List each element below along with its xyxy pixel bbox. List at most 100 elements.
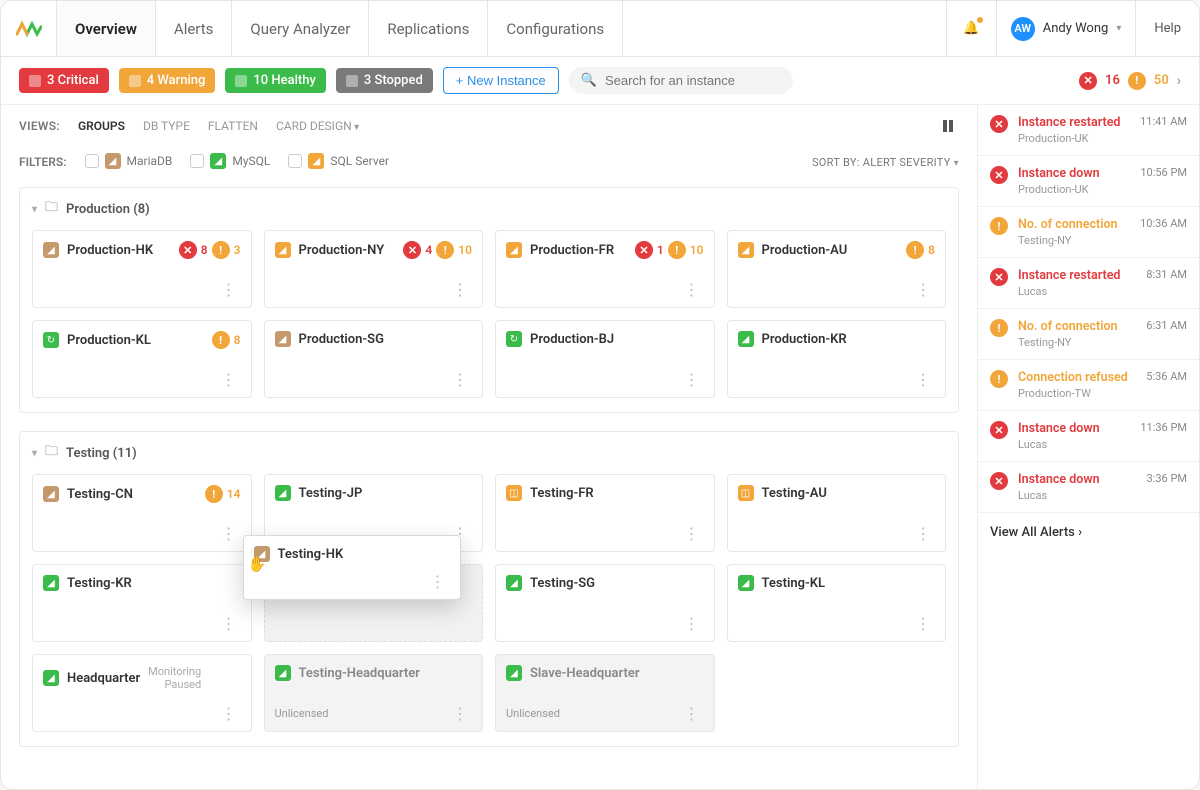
filters-row: FILTERS: ◢MariaDB◢MySQL◢SQL Server SORT … [1,147,977,187]
alert-item[interactable]: ✕Instance downLucas3:36 PM [978,462,1199,513]
sort-dropdown[interactable]: SORT BY: ALERT SEVERITY ▾ [812,156,959,169]
filter-mysql[interactable]: ◢MySQL [190,153,270,169]
alert-item[interactable]: ✕Instance restartedLucas8:31 AM [978,258,1199,309]
checkbox[interactable] [190,154,204,168]
mysql-icon: ◢ [506,575,522,591]
stopped-pill[interactable]: 3 Stopped [336,68,433,93]
instance-card[interactable]: ◢Testing-SG⋮ [495,564,715,642]
alert-item[interactable]: ✕Instance downLucas11:36 PM [978,411,1199,462]
views-label: VIEWS: [19,119,60,133]
group-header[interactable]: ▾🗀Production (8) [20,188,958,230]
instance-card[interactable]: ◢Production-FR✕1!10⋮ [495,230,715,308]
more-menu-icon[interactable]: ⋮ [446,278,474,301]
instance-card[interactable]: ◢Slave-HeadquarterUnlicensed⋮ [495,654,715,732]
warning-icon: ! [668,241,686,259]
instance-card[interactable]: ◢Testing-HeadquarterUnlicensed⋮ [264,654,484,732]
more-menu-icon[interactable]: ⋮ [909,612,937,635]
more-menu-icon[interactable]: ⋮ [678,612,706,635]
more-menu-icon[interactable]: ⋮ [215,368,243,391]
instance-name: Slave-Headquarter [530,666,640,681]
alert-item[interactable]: !No. of connectionTesting-NY10:36 AM [978,207,1199,258]
critical-pill[interactable]: 3 Critical [19,68,109,93]
tab-configurations[interactable]: Configurations [488,1,623,56]
warning-pill[interactable]: 4 Warning [119,68,216,93]
instance-card[interactable]: ◢Testing-KR⋮ [32,564,252,642]
alert-message: Instance restarted [1018,115,1130,130]
search-box[interactable]: 🔍 [569,67,793,94]
alert-item[interactable]: ✕Instance restartedProduction-UK11:41 AM [978,105,1199,156]
instance-card[interactable]: ◫Testing-AU⋮ [727,474,947,552]
instance-card[interactable]: ◢HeadquarterMonitoringPaused⋮ [32,654,252,732]
instance-card[interactable]: ◢Production-KR⋮ [727,320,947,398]
more-menu-icon[interactable]: ⋮ [909,522,937,545]
more-menu-icon[interactable]: ⋮ [215,278,243,301]
user-menu[interactable]: AW Andy Wong ▾ [996,1,1136,56]
view-opt-card-design[interactable]: CARD DESIGN ▾ [276,119,359,133]
group-header[interactable]: ▾🗀Testing (11) [20,432,958,474]
instance-card[interactable]: ◢Production-SG⋮ [264,320,484,398]
instance-card[interactable]: ↻Production-KL!8⋮ [32,320,252,398]
more-menu-icon[interactable]: ⋮ [424,570,452,593]
instance-card[interactable]: ◢Testing-KL⋮ [727,564,947,642]
tab-overview[interactable]: Overview [57,1,156,56]
alert-source: Production-UK [1018,132,1130,145]
notifications-button[interactable]: 🔔 [946,1,996,56]
collapse-icon: ▾ [32,448,37,459]
sql-icon: ◢ [738,242,754,258]
dragging-card[interactable]: ◢Testing-HK⋮ [243,535,461,600]
other-icon: ↻ [506,331,522,347]
instance-name: Production-FR [530,243,614,258]
instance-card[interactable]: ◢Testing-JP⋮◢Testing-HK⋮✋ [264,474,484,552]
more-menu-icon[interactable]: ⋮ [446,368,474,391]
more-menu-icon[interactable]: ⋮ [909,368,937,391]
more-menu-icon[interactable]: ⋮ [215,702,243,725]
more-menu-icon[interactable]: ⋮ [446,702,474,725]
chevron-right-icon[interactable]: › [1177,73,1181,89]
more-menu-icon[interactable]: ⋮ [678,368,706,391]
instance-name: Production-AU [762,243,848,258]
help-link[interactable]: Help [1135,1,1199,56]
alert-item[interactable]: !No. of connectionTesting-NY6:31 AM [978,309,1199,360]
instance-card[interactable]: ◢Testing-CN!14⋮ [32,474,252,552]
tab-alerts[interactable]: Alerts [156,1,233,56]
maria-icon: ◢ [105,153,121,169]
more-menu-icon[interactable]: ⋮ [215,612,243,635]
new-instance-button[interactable]: + New Instance [443,67,559,94]
filter-mariadb[interactable]: ◢MariaDB [85,153,173,169]
alert-item[interactable]: ✕Instance downProduction-UK10:56 PM [978,156,1199,207]
status-note: MonitoringPaused [148,665,201,691]
alert-time: 11:41 AM [1140,115,1187,128]
view-opt-flatten[interactable]: FLATTEN [208,119,258,133]
more-menu-icon[interactable]: ⋮ [215,522,243,545]
instance-name: Testing-JP [299,486,363,501]
view-opt-db-type[interactable]: DB TYPE [143,119,190,133]
instance-card[interactable]: ↻Production-BJ⋮ [495,320,715,398]
view-opt-groups[interactable]: GROUPS [78,119,125,133]
tab-replications[interactable]: Replications [369,1,488,56]
view-all-alerts-link[interactable]: View All Alerts › [978,513,1199,552]
more-menu-icon[interactable]: ⋮ [678,702,706,725]
group-title: Production (8) [66,202,150,217]
more-menu-icon[interactable]: ⋮ [678,522,706,545]
mysql-icon: ◢ [43,575,59,591]
alert-item[interactable]: !Connection refusedProduction-TW5:36 AM [978,360,1199,411]
more-menu-icon[interactable]: ⋮ [909,278,937,301]
avatar: AW [1011,17,1035,41]
more-menu-icon[interactable]: ⋮ [678,278,706,301]
checkbox[interactable] [288,154,302,168]
alert-badges: !8 [212,331,241,349]
checkbox[interactable] [85,154,99,168]
critical-icon: ✕ [990,268,1008,286]
tab-query-analyzer[interactable]: Query Analyzer [232,1,369,56]
instance-card[interactable]: ◢Production-HK✕8!3⋮ [32,230,252,308]
instance-name: Headquarter [67,671,140,686]
instance-card[interactable]: ◢Production-NY✕4!10⋮ [264,230,484,308]
search-input[interactable] [605,73,781,88]
pause-button[interactable] [937,115,959,137]
instance-card[interactable]: ◢Production-AU!8⋮ [727,230,947,308]
instance-card[interactable]: ◫Testing-FR⋮ [495,474,715,552]
alert-summary[interactable]: ✕ 16 ! 50 › [1079,72,1181,90]
box-icon: ◫ [506,485,522,501]
filter-sql-server[interactable]: ◢SQL Server [288,153,389,169]
healthy-pill[interactable]: 10 Healthy [225,68,325,93]
